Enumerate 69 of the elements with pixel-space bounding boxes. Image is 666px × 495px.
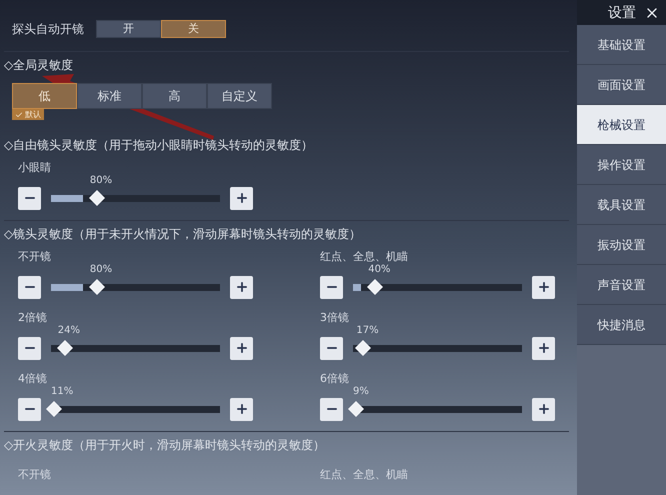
slider-thumb[interactable]	[46, 401, 62, 417]
slider-label: 4倍镜	[18, 372, 48, 386]
check-icon	[15, 110, 23, 118]
minus-button[interactable]	[320, 276, 343, 298]
plus-button[interactable]	[230, 336, 253, 360]
sidebar-tab[interactable]: 快捷消息	[577, 305, 666, 345]
slider-label: 2倍镜	[18, 311, 48, 325]
toggle-option[interactable]: 关	[161, 20, 226, 38]
sidebar-tab[interactable]: 振动设置	[577, 225, 666, 265]
slider-thumb[interactable]	[348, 401, 364, 417]
minus-button[interactable]	[18, 186, 41, 210]
slider-label: 不开镜	[18, 468, 51, 481]
plus-button[interactable]	[532, 336, 555, 360]
plus-icon	[536, 341, 550, 355]
plus-button[interactable]	[230, 398, 253, 420]
sidebar-tab[interactable]: 画面设置	[577, 65, 666, 105]
sidebar-tab[interactable]: 基础设置	[577, 25, 666, 65]
slider-thumb[interactable]	[56, 340, 73, 356]
plus-button[interactable]	[230, 276, 253, 298]
slider-fill	[353, 284, 361, 291]
slider-value: 11%	[51, 386, 74, 397]
slider-value: 80%	[90, 264, 112, 275]
default-tag: 默认	[12, 109, 44, 120]
sidebar-tab[interactable]: 枪械设置	[577, 105, 666, 145]
section-title: ◇全局灵敏度	[4, 57, 74, 73]
plus-button[interactable]	[230, 186, 253, 210]
slider-thumb[interactable]	[88, 279, 105, 295]
section-title: ◇开火灵敏度（用于开火时，滑动屏幕时镜头转动的灵敏度）	[4, 437, 326, 453]
section-title: ◇镜头灵敏度（用于未开火情况下，滑动屏幕时镜头转动的灵敏度）	[4, 226, 362, 242]
minus-button[interactable]	[18, 398, 41, 420]
sidebar-tab[interactable]: 载具设置	[577, 185, 666, 225]
slider-thumb[interactable]	[88, 190, 105, 206]
plus-button[interactable]	[532, 398, 555, 420]
section-title: ◇自由镜头灵敏度（用于拖动小眼睛时镜头转动的灵敏度）	[4, 137, 314, 153]
plus-icon	[234, 341, 248, 355]
slider-label: 3倍镜	[320, 311, 350, 325]
plus-button[interactable]	[532, 276, 555, 298]
setting-label: 探头自动开镜	[12, 21, 84, 38]
slider-label: 红点、全息、机瞄	[320, 468, 408, 481]
slider-value: 80%	[90, 175, 112, 186]
plus-icon	[234, 402, 248, 416]
minus-button[interactable]	[320, 336, 343, 360]
slider-thumb[interactable]	[366, 279, 383, 295]
sensitivity-option[interactable]: 低	[12, 83, 77, 109]
slider-label: 小眼睛	[18, 161, 52, 175]
plus-icon	[234, 280, 248, 294]
slider-value: 40%	[368, 264, 390, 275]
slider-value: 9%	[353, 386, 369, 397]
toggle-option[interactable]: 开	[96, 20, 161, 38]
minus-button[interactable]	[18, 336, 41, 360]
slider-thumb[interactable]	[355, 340, 372, 356]
sensitivity-option[interactable]: 高	[142, 83, 207, 109]
slider-fill	[51, 284, 83, 291]
slider-fill	[51, 195, 83, 202]
slider-label: 红点、全息、机瞄	[320, 250, 409, 264]
slider-label: 6倍镜	[320, 372, 350, 386]
window-title: 设置	[608, 6, 636, 20]
sidebar-tab[interactable]: 操作设置	[577, 145, 666, 185]
sensitivity-option[interactable]: 自定义	[207, 83, 272, 109]
slider-label: 不开镜	[18, 250, 52, 264]
slider-value: 24%	[58, 325, 80, 336]
plus-icon	[536, 280, 550, 294]
minus-button[interactable]	[320, 398, 343, 420]
sensitivity-option[interactable]: 标准	[77, 83, 142, 109]
sidebar-tab[interactable]: 声音设置	[577, 265, 666, 305]
slider-value: 17%	[356, 325, 379, 336]
minus-button[interactable]	[18, 276, 41, 298]
plus-icon	[234, 191, 248, 205]
plus-icon	[536, 402, 550, 416]
